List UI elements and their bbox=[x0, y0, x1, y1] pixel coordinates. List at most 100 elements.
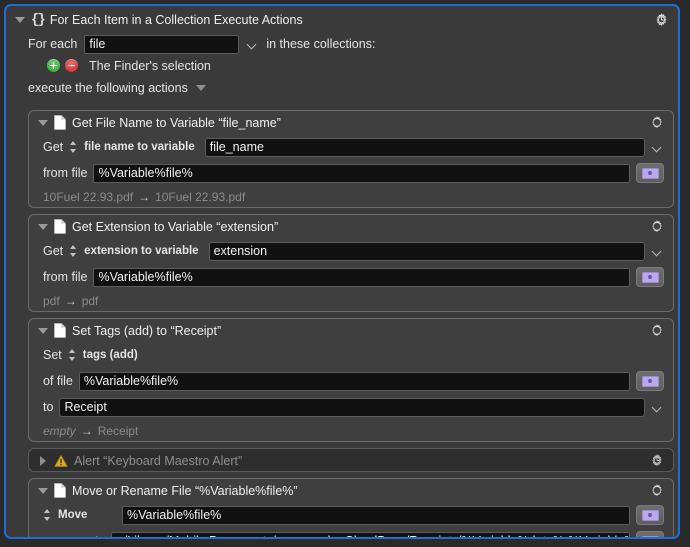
action-set-tags[interactable]: Set Tags (add) to “Receipt” Set tags (ad… bbox=[28, 318, 674, 442]
tag-value-row: to Receipt bbox=[29, 394, 673, 420]
action-move-or-rename-file[interactable]: Move or Rename File “%Variable%file%” Mo… bbox=[28, 478, 674, 537]
tag-value-field[interactable]: Receipt bbox=[59, 397, 645, 417]
minus-circle-icon[interactable] bbox=[65, 59, 78, 72]
collection-source-label[interactable]: The Finder's selection bbox=[89, 59, 211, 73]
from-file-row: from file %Variable%file% bbox=[29, 264, 673, 290]
group-disclosure-triangle[interactable] bbox=[14, 14, 25, 25]
action-title-bar: Get File Name to Variable “file_name” bbox=[29, 111, 673, 134]
action-disclosure-triangle[interactable] bbox=[37, 485, 48, 496]
to-label: to bbox=[95, 534, 105, 537]
action-get-extension-to-variable[interactable]: Get Extension to Variable “extension” Ge… bbox=[28, 214, 674, 312]
of-file-row: of file %Variable%file% bbox=[29, 368, 673, 394]
group-title: For Each Item in a Collection Execute Ac… bbox=[49, 12, 303, 27]
action-title-bar: Move or Rename File “%Variable%file%” bbox=[29, 479, 673, 502]
insert-token-icon[interactable] bbox=[636, 163, 664, 183]
action-result-preview: 10Fuel 22.93.pdf → 10Fuel 22.93.pdf bbox=[29, 186, 673, 207]
insert-token-icon[interactable] bbox=[636, 371, 664, 391]
warning-triangle-icon bbox=[54, 454, 68, 467]
from-file-label: from file bbox=[43, 270, 88, 284]
group-gear-clock-icon[interactable] bbox=[653, 12, 670, 29]
set-tags-row: Set tags (add) bbox=[29, 342, 673, 368]
row-prefix-label: Get bbox=[43, 244, 64, 258]
plus-circle-icon[interactable] bbox=[47, 59, 60, 72]
stepper-icon[interactable] bbox=[68, 348, 77, 362]
action-title-text: Set Tags (add) to “Receipt” bbox=[72, 323, 222, 338]
action-disclosure-triangle[interactable] bbox=[37, 117, 48, 128]
for-each-variable-field[interactable]: file bbox=[84, 34, 240, 54]
variable-chevron-down-icon[interactable] bbox=[651, 242, 664, 260]
execute-actions-label: execute the following actions bbox=[28, 81, 188, 95]
to-label: to bbox=[43, 400, 54, 414]
action-gear-icon[interactable] bbox=[649, 115, 666, 132]
tag-chevron-down-icon[interactable] bbox=[651, 398, 664, 416]
action-gear-icon[interactable] bbox=[649, 323, 666, 340]
insert-token-icon[interactable] bbox=[636, 267, 664, 287]
of-file-label: of file bbox=[43, 374, 73, 388]
execute-actions-row: execute the following actions bbox=[6, 76, 678, 100]
action-title-text: Get Extension to Variable “extension” bbox=[72, 219, 279, 234]
action-title-bar: Set Tags (add) to “Receipt” bbox=[29, 319, 673, 342]
action-disclosure-triangle[interactable] bbox=[37, 325, 48, 336]
actions-list: Get File Name to Variable “file_name” Ge… bbox=[28, 110, 674, 537]
result-after-value: pdf bbox=[81, 293, 99, 308]
result-after-value: 10Fuel 22.93.pdf bbox=[155, 189, 246, 204]
action-disclosure-triangle[interactable] bbox=[37, 221, 48, 232]
document-icon bbox=[54, 115, 66, 130]
action-get-file-name-to-variable[interactable]: Get File Name to Variable “file_name” Ge… bbox=[28, 110, 674, 208]
for-each-row: For each file in these collections: bbox=[6, 33, 678, 55]
action-title-bar: Alert “Keyboard Maestro Alert” bbox=[29, 449, 673, 471]
insert-token-icon[interactable] bbox=[636, 531, 664, 537]
execute-actions-chevron-down-icon[interactable] bbox=[195, 85, 206, 91]
collection-item-row: The Finder's selection bbox=[6, 55, 678, 76]
move-source-row: Move %Variable%file% bbox=[29, 502, 673, 528]
result-before-value: pdf bbox=[43, 293, 60, 308]
for-each-chevron-down-icon[interactable] bbox=[246, 35, 259, 53]
for-each-group[interactable]: {} For Each Item in a Collection Execute… bbox=[4, 4, 680, 539]
row-prefix-label: Get bbox=[43, 140, 64, 154]
action-disclosure-triangle[interactable] bbox=[37, 455, 48, 466]
get-to-variable-row: Get file name to variable file_name bbox=[29, 134, 673, 160]
of-file-field[interactable]: %Variable%file% bbox=[78, 371, 630, 391]
variable-name-field[interactable]: extension bbox=[208, 241, 645, 261]
action-alert[interactable]: Alert “Keyboard Maestro Alert” bbox=[28, 448, 674, 472]
action-gear-icon[interactable] bbox=[649, 219, 666, 236]
result-after-value: Receipt bbox=[97, 423, 139, 438]
move-source-field[interactable]: %Variable%file% bbox=[122, 505, 630, 525]
stepper-value-label[interactable]: file name to variable bbox=[84, 141, 195, 153]
result-before-value: 10Fuel 22.93.pdf bbox=[43, 189, 134, 204]
action-title-text: Move or Rename File “%Variable%file%” bbox=[72, 483, 298, 498]
result-arrow-icon: → bbox=[80, 423, 93, 438]
stepper-icon[interactable] bbox=[69, 244, 78, 258]
stepper-icon[interactable] bbox=[69, 140, 78, 154]
action-gear-clock-icon[interactable] bbox=[649, 453, 666, 470]
action-title-text: Alert “Keyboard Maestro Alert” bbox=[74, 453, 243, 468]
get-to-variable-row: Get extension to variable extension bbox=[29, 238, 673, 264]
in-these-collections-label: in these collections: bbox=[266, 37, 376, 51]
stepper-icon[interactable] bbox=[43, 508, 52, 522]
action-title-bar: Get Extension to Variable “extension” bbox=[29, 215, 673, 238]
from-file-field[interactable]: %Variable%file% bbox=[93, 163, 630, 183]
stepper-value-label[interactable]: extension to variable bbox=[84, 245, 198, 257]
action-result-preview: empty → Receipt bbox=[29, 420, 673, 441]
move-destination-field[interactable]: ~/Library/Mobile Documents/com~apple~Clo… bbox=[111, 531, 630, 537]
variable-chevron-down-icon[interactable] bbox=[651, 138, 664, 156]
result-arrow-icon: → bbox=[64, 293, 77, 308]
from-file-label: from file bbox=[43, 166, 88, 180]
move-mode-label[interactable]: Move bbox=[58, 509, 116, 521]
variable-name-field[interactable]: file_name bbox=[204, 137, 645, 157]
document-icon bbox=[54, 323, 66, 338]
action-gear-icon[interactable] bbox=[649, 483, 666, 500]
row-prefix-label: Set bbox=[43, 348, 62, 362]
action-result-preview: pdf → pdf bbox=[29, 290, 673, 311]
for-each-label: For each bbox=[28, 37, 78, 51]
action-title-text: Get File Name to Variable “file_name” bbox=[72, 115, 281, 130]
from-file-field[interactable]: %Variable%file% bbox=[93, 267, 630, 287]
document-icon bbox=[54, 483, 66, 498]
stepper-value-label[interactable]: tags (add) bbox=[83, 349, 138, 361]
insert-token-icon[interactable] bbox=[636, 505, 664, 525]
result-before-value: empty bbox=[43, 423, 76, 438]
from-file-row: from file %Variable%file% bbox=[29, 160, 673, 186]
document-icon bbox=[54, 219, 66, 234]
move-destination-row: to ~/Library/Mobile Documents/com~apple~… bbox=[29, 528, 673, 537]
group-header: {} For Each Item in a Collection Execute… bbox=[6, 6, 678, 33]
